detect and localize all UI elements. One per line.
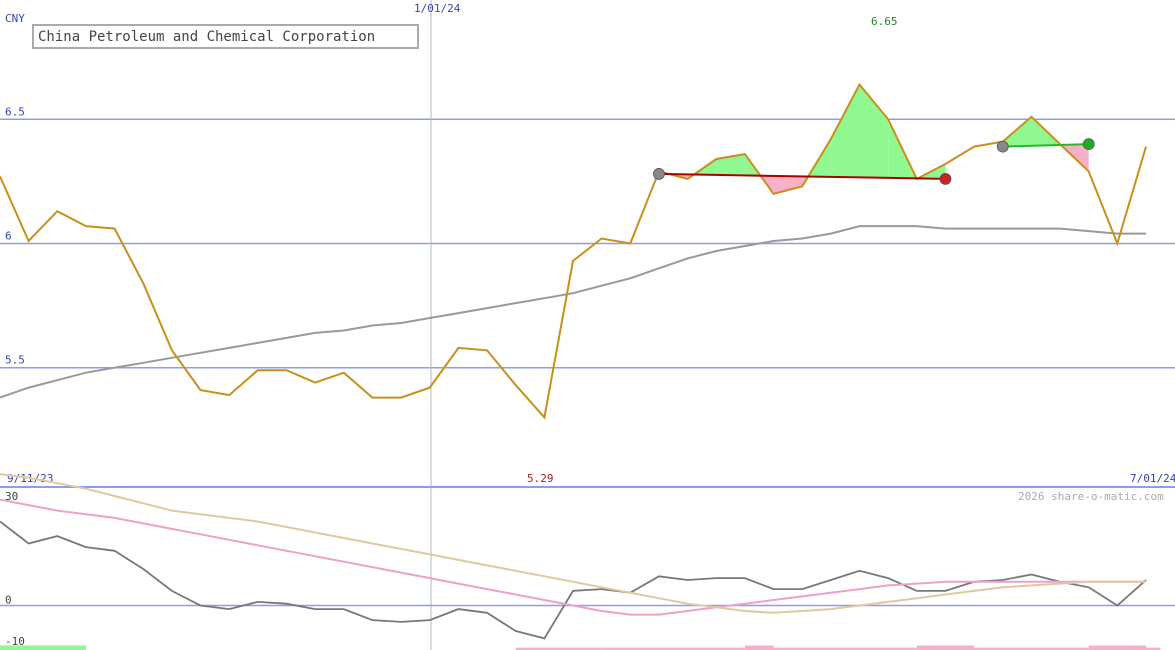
currency-label: CNY [5,12,25,25]
price-tick-label: 6.5 [5,105,25,118]
oscillator-line [0,520,1147,640]
date-end-label: 7/01/24 [1130,472,1175,485]
oscillator-line [0,498,1146,616]
signal-marker [939,172,952,185]
oscillator-bar [916,645,975,650]
oscillator-bars [0,645,1161,650]
watermark: 2026 share-o-matic.com [1018,490,1164,503]
signal-marker [653,168,665,180]
moving-average-line [0,225,1146,399]
oscillator-bar [0,645,86,650]
chart-title: China Petroleum and Chemical Corporation [38,29,375,45]
oscillator-tick-label: 0 [5,594,12,607]
oscillator-grid: 300-10 [0,490,1175,648]
date-mid-label: 1/01/24 [414,2,461,15]
oscillator-bar [1088,645,1146,650]
signal-marker [996,140,1009,153]
oscillator-lines [0,473,1147,640]
min-price-label: 5.29 [527,472,554,485]
oscillator-bar [744,645,774,650]
stock-chart: 6.5 6 5.5 China Petroleum and Chemical Cor… [0,0,1175,650]
price-tick-label: 5.5 [5,354,25,367]
signal-marker [1082,138,1095,151]
gain-area [859,84,889,178]
max-price-label: 6.65 [871,15,898,28]
price-tick-label: 6 [5,230,12,243]
